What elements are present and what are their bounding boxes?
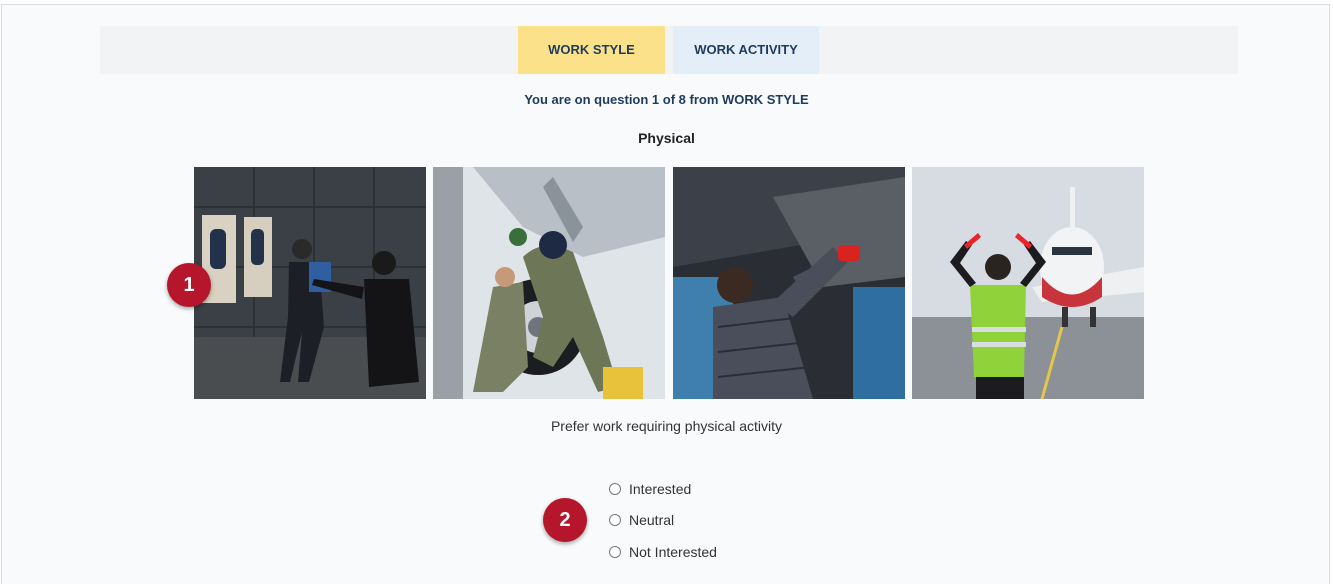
radio-button[interactable] <box>609 482 621 495</box>
aircraft-marshaller-photo <box>912 167 1144 399</box>
tab-work-style[interactable]: WORK STYLE <box>518 26 665 74</box>
option-not-interested[interactable]: Not Interested <box>609 542 717 562</box>
tab-bar: WORK STYLE WORK ACTIVITY <box>100 26 1238 74</box>
question-progress: You are on question 1 of 8 from WORK STY… <box>524 92 809 107</box>
callout-badge-2: 2 <box>543 498 587 542</box>
option-label: Neutral <box>629 512 675 528</box>
police-firearms-training-photo <box>194 167 426 399</box>
callout-badge-1: 1 <box>167 263 211 307</box>
radio-button[interactable] <box>609 513 621 526</box>
radio-button[interactable] <box>609 545 621 558</box>
option-label: Not Interested <box>629 544 717 560</box>
option-label: Interested <box>629 481 692 497</box>
sailors-changing-aircraft-tire-photo <box>433 167 665 399</box>
question-statement: Prefer work requiring physical activity <box>550 418 783 434</box>
tab-work-activity[interactable]: WORK ACTIVITY <box>673 26 819 74</box>
option-neutral[interactable]: Neutral <box>609 510 674 530</box>
category-title: Physical <box>638 130 695 146</box>
option-interested[interactable]: Interested <box>609 479 691 499</box>
mechanic-working-under-car-photo <box>673 167 905 399</box>
